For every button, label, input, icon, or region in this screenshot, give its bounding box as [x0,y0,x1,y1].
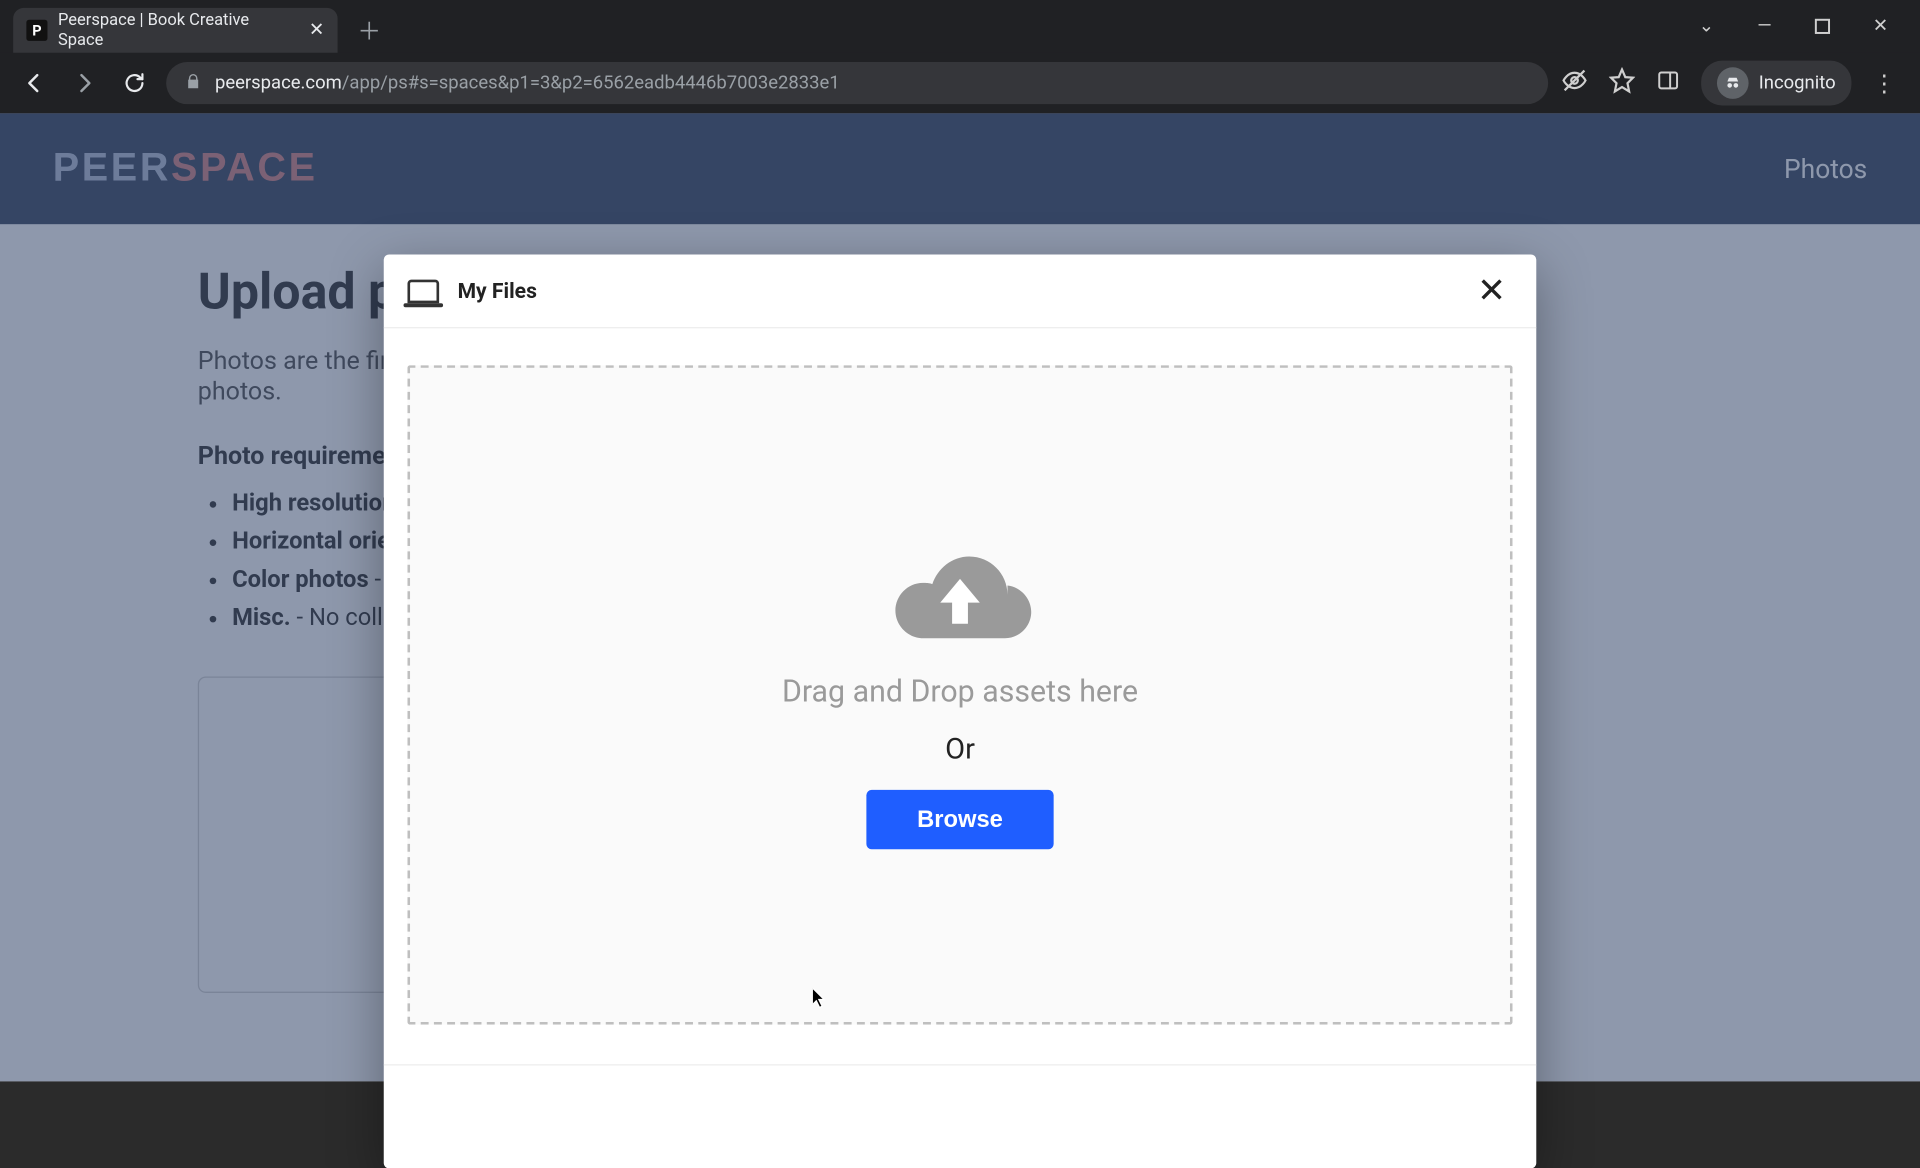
modal-body: Drag and Drop assets here Or Browse [384,328,1537,1065]
minimize-icon[interactable]: — [1751,16,1777,37]
tab-strip: P Peerspace | Book Creative Space ✕ ＋ ⌄ … [0,0,1920,53]
modal-footer [384,1066,1537,1168]
back-button[interactable] [16,65,53,102]
drag-drop-text: Drag and Drop assets here [782,673,1138,709]
reload-button[interactable] [116,65,153,102]
laptop-icon [407,279,439,303]
incognito-icon [1717,67,1749,99]
incognito-label: Incognito [1759,73,1836,94]
lock-icon [185,72,202,94]
tab-title: Peerspace | Book Creative Space [58,11,298,51]
close-tab-icon[interactable]: ✕ [309,20,324,41]
panel-icon[interactable] [1656,69,1680,98]
dropzone[interactable]: Drag and Drop assets here Or Browse [407,365,1512,1024]
url-input[interactable]: peerspace.com/app/ps#s=spaces&p1=3&p2=65… [166,62,1548,104]
browser-chrome: P Peerspace | Book Creative Space ✕ ＋ ⌄ … [0,0,1920,113]
window-controls: ⌄ — ✕ [1693,0,1920,53]
star-icon[interactable] [1608,67,1634,99]
kebab-menu-icon[interactable]: ⋮ [1873,69,1897,97]
close-window-icon[interactable]: ✕ [1867,16,1893,37]
close-icon[interactable]: ✕ [1470,270,1512,312]
browser-tab[interactable]: P Peerspace | Book Creative Space ✕ [13,8,337,53]
url-domain: peerspace.com [215,73,342,94]
new-tab-button[interactable]: ＋ [351,12,388,49]
address-bar: peerspace.com/app/ps#s=spaces&p1=3&p2=65… [0,53,1920,114]
incognito-indicator[interactable]: Incognito [1701,61,1852,106]
browse-button[interactable]: Browse [867,789,1053,848]
modal-title: My Files [458,278,537,303]
eye-off-icon[interactable] [1561,67,1587,99]
maximize-icon[interactable] [1809,18,1835,34]
or-text: Or [945,733,975,766]
upload-modal: My Files ✕ Drag and Drop assets here Or … [384,255,1537,1168]
forward-button [66,65,103,102]
modal-header: My Files ✕ [384,255,1537,329]
cloud-upload-icon [882,541,1038,649]
chevron-down-icon[interactable]: ⌄ [1693,16,1719,37]
tab-favicon: P [26,20,47,41]
toolbar-right: Incognito ⋮ [1561,61,1904,106]
url-path: /app/ps#s=spaces&p1=3&p2=6562eadb4446b70… [342,73,840,94]
page-area: PEERSPACE Photos Upload p Photos are the… [0,113,1920,1081]
